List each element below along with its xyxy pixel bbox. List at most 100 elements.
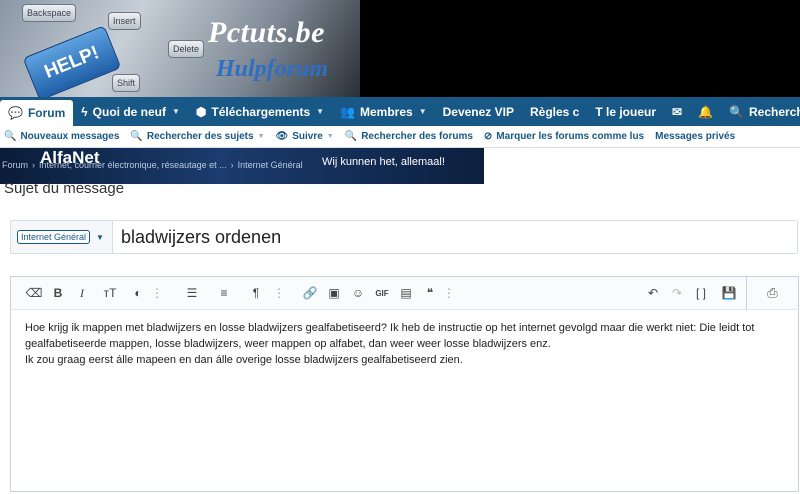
- nav-label: Quoi de neuf: [92, 104, 166, 119]
- search-icon: 🔍: [729, 104, 744, 119]
- chevron-down-icon[interactable]: ▼: [327, 133, 334, 140]
- keyboard-key: Backspace: [22, 4, 77, 22]
- image-icon[interactable]: ▣: [323, 286, 345, 300]
- keyboard-key: Insert: [108, 12, 141, 30]
- subnav-label: Suivre: [292, 131, 323, 142]
- site-logo-subtitle: Hulpforum: [216, 56, 329, 82]
- italic-icon[interactable]: I: [71, 286, 93, 301]
- list-icon[interactable]: ☰: [177, 286, 207, 300]
- nav-members[interactable]: 👥 Membres ▼: [332, 97, 435, 126]
- chevron-down-icon[interactable]: ▼: [258, 133, 265, 140]
- site-logo[interactable]: Pctuts.be: [208, 16, 325, 50]
- subnav-label: Rechercher des forums: [361, 131, 473, 142]
- search-icon: 🔍: [130, 131, 143, 142]
- forum-icon: 💬: [8, 106, 23, 120]
- nav-become-vip[interactable]: Devenez VIP: [435, 97, 522, 126]
- nav-label: T le joueur: [595, 104, 657, 119]
- eye-slash-icon: ⊘: [483, 131, 493, 142]
- save-draft-icon[interactable]: 💾: [714, 286, 744, 300]
- palette-icon[interactable]: ◐: [127, 286, 149, 300]
- keyboard-key: Delete: [168, 40, 205, 58]
- subnav-label: Marquer les forums comme lus: [496, 131, 645, 142]
- subnav-new-posts[interactable]: 🔍 Nouveaux messages: [4, 131, 119, 142]
- subnav-label: Messages privés: [655, 131, 736, 142]
- message-editor: ⌫ B I тT ◐ ⋮ ☰ ≡ ¶ ⋮ 🔗 ▣ ☺ GIF ▤ ❝ ⋮ ↶ ↷…: [10, 276, 799, 492]
- nav-rules[interactable]: Règles c: [522, 97, 587, 126]
- subnav-mark-read[interactable]: ⊘ Marquer les forums comme lus: [484, 131, 644, 142]
- search-button[interactable]: 🔍 Recherche: [721, 97, 800, 126]
- nav-label: Recherche: [749, 104, 800, 119]
- breadcrumb-item[interactable]: Internet, courrier électronique, réseaut…: [39, 160, 227, 170]
- users-icon: 👥: [340, 104, 355, 119]
- prefix-select[interactable]: Internet Général ▼: [11, 221, 113, 253]
- redo-icon[interactable]: ↷: [666, 286, 688, 300]
- media-icon[interactable]: ▤: [395, 286, 417, 300]
- message-line: Hoe krijg ik mappen met bladwijzers en l…: [25, 322, 755, 350]
- fullscreen-icon[interactable]: [ ]: [690, 286, 712, 300]
- help-key: HELP!: [22, 25, 122, 97]
- chevron-down-icon[interactable]: ▼: [419, 107, 427, 116]
- gif-icon[interactable]: GIF: [371, 289, 393, 298]
- toolbar-right-group: ↶ ↷ [ ] 💾 ⎙: [642, 276, 798, 310]
- main-nav: 💬 Forum ϟ Quoi de neuf ▼ ⬢ Téléchargemen…: [0, 97, 800, 126]
- subnav-search-threads[interactable]: 🔍 Rechercher des sujets ▼: [130, 131, 264, 142]
- bell-icon: 🔔: [698, 104, 714, 119]
- editor-content[interactable]: Hoe krijg ik mappen met bladwijzers en l…: [11, 310, 798, 378]
- sub-nav: 🔍 Nouveaux messages 🔍 Rechercher des suj…: [0, 126, 800, 148]
- bolt-icon: ϟ: [81, 104, 88, 119]
- prefix-label: Internet Général: [17, 230, 91, 244]
- more-options-icon[interactable]: ⋮: [443, 286, 455, 300]
- preview-icon: ⎙: [767, 285, 778, 300]
- more-options-icon[interactable]: ⋮: [151, 286, 163, 300]
- clear-formatting-icon[interactable]: ⌫: [23, 286, 45, 300]
- search-icon: 🔍: [4, 131, 17, 142]
- inbox-button[interactable]: ✉: [664, 97, 690, 126]
- subnav-private-messages[interactable]: Messages privés: [655, 131, 735, 142]
- nav-label: Téléchargements: [211, 104, 311, 119]
- emoji-icon[interactable]: ☺: [347, 286, 369, 300]
- chevron-down-icon[interactable]: ▼: [316, 107, 324, 116]
- mail-icon: ✉: [672, 104, 683, 119]
- message-line: Ik zou graag eerst álle mapeen en dan ál…: [25, 354, 463, 366]
- nav-whats-new[interactable]: ϟ Quoi de neuf ▼: [73, 97, 188, 126]
- breadcrumb-item[interactable]: Internet Général: [238, 160, 303, 170]
- alerts-button[interactable]: 🔔: [690, 97, 721, 126]
- subnav-label: Nouveaux messages: [20, 131, 120, 142]
- ad-slogan: Wij kunnen het, allemaal!: [322, 156, 445, 168]
- nav-label: Devenez VIP: [442, 104, 514, 119]
- paragraph-icon[interactable]: ¶: [241, 286, 271, 300]
- eye-icon: 👁: [275, 131, 289, 142]
- preview-button[interactable]: ⎙: [746, 276, 798, 310]
- subnav-search-forums[interactable]: 🔍 Rechercher des forums: [345, 131, 473, 142]
- nav-forum[interactable]: 💬 Forum: [0, 100, 74, 126]
- chevron-right-icon: ›: [230, 160, 234, 170]
- search-icon: 🔍: [344, 131, 358, 142]
- breadcrumb-item[interactable]: Forum: [2, 160, 28, 170]
- quote-icon[interactable]: ❝: [419, 286, 441, 300]
- nav-player[interactable]: T le joueur: [587, 97, 664, 126]
- more-options-icon[interactable]: ⋮: [273, 286, 285, 300]
- font-size-icon[interactable]: тT: [95, 286, 125, 300]
- chevron-right-icon: ›: [32, 160, 36, 170]
- chevron-down-icon[interactable]: ▼: [96, 233, 104, 242]
- link-icon[interactable]: 🔗: [299, 286, 321, 300]
- subnav-label: Rechercher des sujets: [146, 131, 254, 142]
- keyboard-key: Shift: [112, 74, 141, 92]
- subnav-watch[interactable]: 👁 Suivre ▼: [276, 131, 334, 142]
- thread-title-input[interactable]: [113, 221, 797, 253]
- undo-icon[interactable]: ↶: [642, 286, 664, 300]
- site-banner: Backspace Insert Shift Delete HELP! Pctu…: [0, 0, 800, 97]
- nav-label: Forum: [27, 106, 66, 120]
- page-title: Sujet du message: [4, 180, 125, 197]
- nav-label: Règles c: [529, 104, 580, 119]
- download-icon: ⬢: [195, 104, 207, 119]
- nav-label: Membres: [360, 104, 413, 119]
- thread-title-row: Internet Général ▼: [10, 220, 798, 254]
- nav-utilities: ✉ 🔔 🔍 Recherche: [664, 97, 800, 126]
- align-icon[interactable]: ≡: [209, 286, 239, 300]
- breadcrumb: Forum › Internet, courrier électronique, r…: [2, 160, 303, 170]
- editor-toolbar: ⌫ B I тT ◐ ⋮ ☰ ≡ ¶ ⋮ 🔗 ▣ ☺ GIF ▤ ❝ ⋮ ↶ ↷…: [11, 276, 798, 310]
- nav-downloads[interactable]: ⬢ Téléchargements ▼: [188, 97, 332, 126]
- chevron-down-icon[interactable]: ▼: [172, 107, 180, 116]
- bold-icon[interactable]: B: [47, 286, 69, 300]
